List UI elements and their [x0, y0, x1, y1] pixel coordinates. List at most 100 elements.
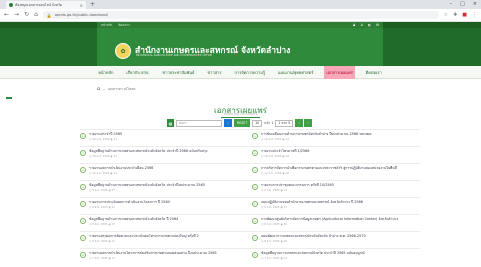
download-icon[interactable]: ↓ [252, 251, 258, 258]
document-title[interactable]: ข้อมูลพื้นฐานด้านการเกษตรและสหกรณ์ระดับจ… [89, 217, 248, 221]
pdf-icon[interactable]: ■ [462, 12, 467, 18]
menu-item[interactable]: การจัดการความรู้ [232, 66, 267, 79]
favicon-icon [9, 3, 13, 7]
document-item[interactable]: ↓ รายงานการประเมินผลการดำเนินงานโครงการ ป… [80, 200, 248, 214]
document-title[interactable]: รายงานประจำไตรมาสที่ 1/2566 [261, 149, 420, 153]
star-icon[interactable]: ☆ [444, 12, 448, 18]
top-link-home[interactable]: หน้าหลัก [101, 23, 112, 28]
document-item[interactable]: ↓ รายงานผลการดำเนินงานประจำเดือน 2566 ◷ 12… [80, 166, 248, 180]
url-field[interactable]: 🔒 opmis.go.th/public-download/ [42, 11, 439, 19]
document-title[interactable]: รายงานประจำปี 2565 [89, 132, 248, 136]
next-page-icon[interactable]: › [303, 119, 312, 127]
download-icon[interactable]: ↓ [252, 132, 258, 139]
site-subtitle: PROVINCIAL AGRICULTURE AND COOPERATIVES … [136, 54, 213, 57]
document-meta: ◷ 7 ธ.ค. 2565 ◉ 23 [261, 256, 420, 261]
download-icon[interactable]: ↓ [80, 132, 86, 139]
document-views: 14 [113, 170, 117, 175]
document-item[interactable]: ↓ ข้อมูลพื้นฐานด้านการเกษตรและสหกรณ์ระดับ… [80, 217, 248, 231]
download-icon[interactable]: ↓ [252, 234, 258, 241]
search-input[interactable]: ค้นหา [176, 119, 222, 127]
document-row: ↓ ข้อมูลพื้นฐานด้านการเกษตรและสหกรณ์ระดับ… [80, 214, 420, 231]
menu-item[interactable]: เกี่ยวกับ สกจ. [124, 66, 151, 79]
document-item[interactable]: ↓ รายงานประจำไตรมาสที่ 1/2566 ◷ 29 ม.ค. 25… [252, 149, 420, 163]
maximize-icon[interactable]: □ [460, 0, 465, 8]
settings-icon[interactable]: ⚙ [376, 23, 379, 27]
document-title[interactable]: รายงานการประชุมคณะกรรมการ ครั้งที่ 10/25… [261, 183, 420, 187]
menu-item[interactable]: แผนงาน/ยุทธศาสตร์ [276, 66, 315, 79]
page-select[interactable]: 1 จาก 3 [275, 119, 294, 127]
back-icon[interactable]: ← [4, 12, 9, 18]
document-title[interactable]: รายงานผลการดำเนินงานประจำเดือน 2566 [89, 166, 248, 170]
download-icon[interactable]: ↓ [252, 217, 258, 224]
document-title[interactable]: รายงานสรุปผลการติดตามและประเมินผลโครงการ… [89, 234, 248, 238]
close-tab-icon[interactable]: × [80, 3, 83, 8]
menu-item[interactable]: ข่าวสาร [205, 66, 223, 79]
document-title[interactable]: การขับเคลื่อนงานด้านการเกษตรจังหวัดลำปาง… [261, 132, 420, 136]
breadcrumb-home-icon[interactable]: ⌂ [97, 86, 100, 92]
new-tab-icon[interactable]: + [90, 1, 95, 8]
forward-icon[interactable]: → [14, 12, 19, 18]
download-icon[interactable]: ↓ [80, 200, 86, 207]
top-link-contact[interactable]: ติดต่อเรา [118, 23, 130, 28]
minimize-icon[interactable]: – [450, 0, 453, 8]
search-button[interactable]: ⌕ [224, 119, 232, 127]
document-body: การขับเคลื่อนงานด้านการเกษตรจังหวัดลำปาง… [261, 132, 420, 146]
menu-item[interactable]: ข่าวประชาสัมพันธ์ [160, 66, 196, 79]
document-views: 23 [283, 255, 288, 260]
download-icon[interactable]: ↓ [80, 166, 86, 173]
contrast-icon[interactable]: ◐ [368, 23, 371, 27]
download-icon[interactable]: ↓ [80, 251, 86, 258]
download-icon[interactable]: ↓ [252, 166, 258, 173]
menu-item[interactable]: หน้าหลัก [96, 66, 115, 79]
menu-item[interactable]: เอกสารเผยแพร่ [324, 66, 355, 79]
download-icon[interactable]: ↓ [252, 149, 258, 156]
reload-icon[interactable]: ↻ [24, 12, 29, 18]
download-icon[interactable]: ↓ [80, 234, 86, 241]
document-date: 29 ม.ค. 2566 [264, 136, 282, 141]
download-icon[interactable]: ↓ [252, 200, 258, 207]
browser-tab[interactable]: ห้องสมุดเอกสารออนไลน์ จังหวัด × [6, 1, 86, 9]
download-icon[interactable]: ↓ [80, 183, 86, 190]
user-icon[interactable]: ♟ [353, 23, 356, 27]
prev-page-icon[interactable]: ‹ [295, 119, 304, 127]
document-title[interactable]: การพัฒนาศูนย์บริหารจัดการข้อมูลเกษตร (Ag… [261, 217, 420, 221]
document-date: 12 ม.ค. 2566 [264, 170, 282, 175]
reset-button[interactable]: RESET [234, 119, 251, 127]
document-item[interactable]: ↓ การบริหารจัดการน้ำเพื่อการเกษตรตามแนวพร… [252, 166, 420, 180]
extension-icon[interactable]: ✚ [453, 12, 457, 18]
document-title[interactable]: ข้อมูลพื้นฐานการเกษตรและสหกรณ์จังหวัด ปร… [261, 251, 420, 255]
document-title[interactable]: รายงานการประเมินผลการดำเนินงานโครงการ ปี… [89, 200, 248, 204]
document-item[interactable]: ↓ แผนพัฒนาการเกษตรและสหกรณ์ระดับจังหวัด ล… [252, 234, 420, 248]
document-item[interactable]: ↓ การพัฒนาศูนย์บริหารจัดการข้อมูลเกษตร (A… [252, 217, 420, 231]
menu-item[interactable]: ติดต่อเรา [364, 66, 384, 79]
document-views: 26 [283, 221, 288, 226]
title-underline [221, 117, 260, 118]
document-title[interactable]: ข้อมูลพื้นฐานด้านการเกษตรและสหกรณ์ระดับจ… [89, 183, 248, 187]
site-logo[interactable]: ✿ [115, 43, 131, 59]
document-item[interactable]: ↓ ข้อมูลพื้นฐานการเกษตรและสหกรณ์จังหวัด ป… [252, 251, 420, 265]
document-item[interactable]: ↓ รายงานผลการดำเนินงานโครงการส่งเสริมการเ… [80, 251, 248, 265]
per-page-select[interactable]: 10 [252, 119, 263, 127]
document-title[interactable]: แผนปฏิบัติงานของสำนักงานเกษตรและสหกรณ์ จ… [261, 200, 420, 204]
document-item[interactable]: ↓ ข้อมูลพื้นฐานด้านการเกษตรและสหกรณ์ระดับ… [80, 149, 248, 163]
document-item[interactable]: ↓ รายงานสรุปผลการติดตามและประเมินผลโครงกา… [80, 234, 248, 248]
download-icon[interactable]: ↓ [80, 217, 86, 224]
document-item[interactable]: ↓ แผนปฏิบัติงานของสำนักงานเกษตรและสหกรณ์ … [252, 200, 420, 214]
download-icon[interactable]: ↓ [80, 149, 86, 156]
document-item[interactable]: ↓ การขับเคลื่อนงานด้านการเกษตรจังหวัดลำปา… [252, 132, 420, 146]
menu-icon[interactable]: ⋮ [472, 12, 477, 18]
document-title[interactable]: การบริหารจัดการน้ำเพื่อการเกษตรตามแนวพระ… [261, 166, 420, 170]
document-views: 37 [113, 153, 117, 158]
document-title[interactable]: รายงานผลการดำเนินงานโครงการส่งเสริมการเก… [89, 251, 248, 255]
document-title[interactable]: ข้อมูลพื้นฐานด้านการเกษตรและสหกรณ์ระดับจ… [89, 149, 248, 153]
font-size-icon[interactable]: A [361, 23, 363, 27]
document-item[interactable]: ↓ รายงานการประชุมคณะกรรมการ ครั้งที่ 10/2… [252, 183, 420, 197]
download-icon[interactable]: ↓ [252, 183, 258, 190]
document-title[interactable]: แผนพัฒนาการเกษตรและสหกรณ์ระดับจังหวัด ลำ… [261, 234, 420, 238]
close-window-icon[interactable]: × [473, 0, 477, 8]
document-item[interactable]: ↓ รายงานประจำปี 2565 ◷ 29 ม.ค. 2566 ◉ 31 [80, 132, 248, 146]
grid-view-icon[interactable]: ▦ [167, 119, 174, 127]
document-item[interactable]: ↓ ข้อมูลพื้นฐานด้านการเกษตรและสหกรณ์ระดับ… [80, 183, 248, 197]
home-icon[interactable]: ⌂ [34, 12, 38, 18]
document-body: ข้อมูลพื้นฐานด้านการเกษตรและสหกรณ์ระดับจ… [89, 183, 248, 197]
